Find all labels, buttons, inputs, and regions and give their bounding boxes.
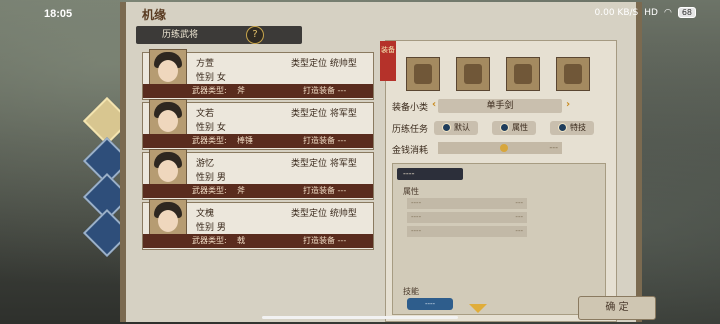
- attribute-name: ----: [411, 199, 422, 207]
- task-option-skill[interactable]: 特技: [550, 121, 594, 135]
- skill-label: 技能: [403, 287, 419, 296]
- general-name: 文槐: [196, 209, 215, 219]
- radio-icon: [558, 123, 567, 132]
- equipment-panel: 装备 装备小类 ‹ 单手剑 › 历练任务 默认 属性 特技 金钱消耗 --- -…: [380, 40, 617, 322]
- battery-icon: 68: [677, 7, 696, 18]
- weapon-value: 斧: [237, 186, 245, 195]
- general-list-header: 历练武将: [136, 26, 302, 44]
- attribute-row: ---- ---: [407, 198, 527, 209]
- weapon-label: 武器类型:: [192, 86, 227, 95]
- item-slot[interactable]: [556, 57, 590, 91]
- hd-icon: HD: [644, 7, 658, 18]
- radio-icon: [442, 123, 451, 132]
- subcategory-label: 装备小类: [392, 103, 429, 113]
- general-type: 类型定位 统帅型: [291, 59, 357, 69]
- weapon-icon: [414, 64, 432, 84]
- task-option-label: 属性: [512, 123, 528, 132]
- category-tabs: [82, 60, 132, 260]
- weapon-value: 棒锤: [237, 136, 253, 145]
- general-type: 类型定位 统帅型: [291, 209, 357, 219]
- coin-cost-bar: ---: [438, 142, 562, 154]
- horse-icon: [464, 64, 482, 84]
- network-speed: 0.00 KB/S: [594, 7, 639, 18]
- attribute-name: ----: [411, 213, 422, 221]
- equip-status: 打造装备 ---: [303, 86, 347, 95]
- weapon-label: 武器类型:: [192, 136, 227, 145]
- detail-box: ---- 属性 ---- --- ---- --- ---- --- 技能 ----: [392, 163, 606, 315]
- general-type: 类型定位 将军型: [291, 109, 357, 119]
- attribute-row: ---- ---: [407, 212, 527, 223]
- subcategory-select[interactable]: 单手剑: [438, 99, 562, 113]
- general-card[interactable]: 方萱 性别 女 类型定位 统帅型 武器类型: 斧 打造装备 ---: [142, 49, 374, 100]
- equipment-banner: 装备: [380, 41, 396, 81]
- radio-icon: [500, 123, 509, 132]
- weapon-label: 武器类型:: [192, 186, 227, 195]
- weapon-value: 戟: [237, 236, 245, 245]
- scroll-icon: [564, 64, 582, 84]
- armor-icon: [514, 64, 532, 84]
- status-time: 18:05: [44, 8, 73, 20]
- weapon-value: 斧: [237, 86, 245, 95]
- coin-label: 金钱消耗: [392, 146, 429, 156]
- coin-icon: [500, 144, 508, 152]
- card-footer: 武器类型: 斧 打造装备 ---: [143, 84, 373, 98]
- armor-slot[interactable]: [506, 57, 540, 91]
- status-icons: 0.00 KB/S HD ◠ 68: [595, 7, 696, 18]
- card-footer: 武器类型: 戟 打造装备 ---: [143, 234, 373, 248]
- general-type: 类型定位 将军型: [291, 159, 357, 169]
- attribute-value: ---: [515, 199, 523, 207]
- mount-slot[interactable]: [456, 57, 490, 91]
- weapon-slot[interactable]: [406, 57, 440, 91]
- general-gender: 性别 女: [196, 123, 226, 133]
- task-label: 历练任务: [392, 125, 429, 135]
- task-option-attribute[interactable]: 属性: [492, 121, 536, 135]
- attribute-value: ---: [515, 213, 523, 221]
- attribute-value: ---: [515, 227, 523, 235]
- equip-status: 打造装备 ---: [303, 186, 347, 195]
- card-footer: 武器类型: 斧 打造装备 ---: [143, 184, 373, 198]
- card-footer: 武器类型: 棒锤 打造装备 ---: [143, 134, 373, 148]
- skill-button[interactable]: ----: [407, 298, 453, 310]
- coin-value: ---: [549, 143, 558, 152]
- task-option-label: 特技: [570, 123, 586, 132]
- general-gender: 性别 男: [196, 173, 226, 183]
- equip-status: 打造装备 ---: [303, 236, 347, 245]
- help-icon[interactable]: ?: [246, 26, 264, 44]
- status-bar: 18:05 0.00 KB/S HD ◠ 68: [0, 0, 720, 26]
- task-option-label: 默认: [454, 123, 470, 132]
- arrow-right-icon[interactable]: ›: [566, 99, 570, 110]
- general-card[interactable]: 文若 性别 女 类型定位 将军型 武器类型: 棒锤 打造装备 ---: [142, 99, 374, 150]
- general-name: 方萱: [196, 59, 215, 69]
- attribute-name: ----: [411, 227, 422, 235]
- task-option-default[interactable]: 默认: [434, 121, 478, 135]
- confirm-button[interactable]: 确 定: [578, 296, 656, 320]
- attribute-row: ---- ---: [407, 226, 527, 237]
- general-gender: 性别 男: [196, 223, 226, 233]
- general-name: 游忆: [196, 159, 215, 169]
- wifi-icon: ◠: [663, 7, 672, 18]
- general-card[interactable]: 文槐 性别 男 类型定位 统帅型 武器类型: 戟 打造装备 ---: [142, 199, 374, 250]
- general-name: 文若: [196, 109, 215, 119]
- equip-status: 打造装备 ---: [303, 136, 347, 145]
- gesture-bar[interactable]: [262, 316, 458, 319]
- general-card[interactable]: 游忆 性别 男 类型定位 将军型 武器类型: 斧 打造装备 ---: [142, 149, 374, 200]
- general-gender: 性别 女: [196, 73, 226, 83]
- chevron-down-icon[interactable]: [469, 304, 487, 313]
- arrow-left-icon[interactable]: ‹: [432, 99, 436, 110]
- weapon-label: 武器类型:: [192, 236, 227, 245]
- attribute-label: 属性: [403, 187, 419, 196]
- detail-header: ----: [397, 168, 463, 180]
